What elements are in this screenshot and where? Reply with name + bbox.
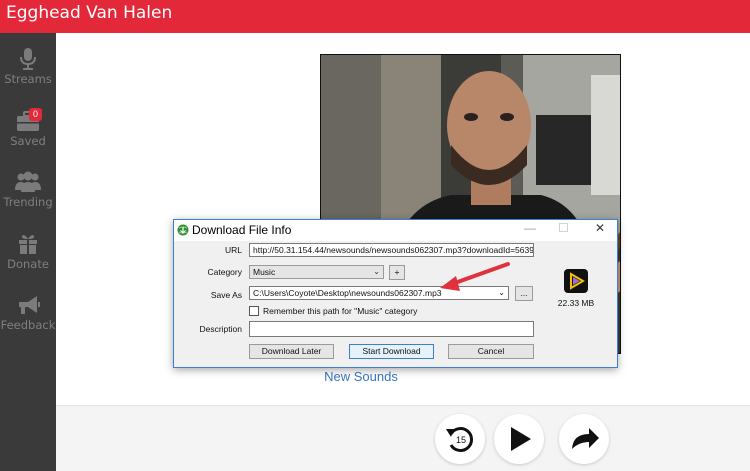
player-bar: 15 (56, 405, 750, 471)
add-category-button[interactable]: + (389, 265, 405, 280)
url-label: URL (224, 245, 242, 255)
share-icon (572, 428, 599, 449)
chevron-down-icon: ⌄ (373, 267, 380, 276)
app-window: Egghead Van Halen Streams 0 Saved Trendi… (0, 0, 750, 471)
share-button[interactable] (559, 414, 609, 464)
media-player-icon (564, 269, 588, 293)
sidebar-item-label: Saved (10, 134, 46, 148)
sidebar-item-label: Feedback (0, 318, 56, 332)
play-button[interactable] (494, 414, 544, 464)
rewind-15-icon: 15 (446, 427, 473, 452)
stream-title: Egghead Van Halen (6, 3, 173, 23)
idm-globe-icon (177, 224, 189, 236)
dialog-titlebar[interactable]: Download File Info — ☐ ✕ (174, 220, 617, 241)
minimize-icon[interactable]: — (524, 221, 536, 235)
remember-path-label: Remember this path for "Music" category (263, 306, 418, 316)
sidebar-item-saved[interactable]: 0 Saved (0, 108, 56, 165)
gift-icon (19, 235, 37, 254)
description-field[interactable] (249, 321, 534, 337)
save-as-value: C:\Users\Coyote\Desktop\newsounds062307.… (253, 288, 442, 298)
category-label: Category (207, 267, 243, 277)
people-icon (15, 171, 41, 192)
category-value: Music (253, 267, 276, 277)
download-file-info-dialog: Download File Info — ☐ ✕ URL http://50.3… (173, 219, 618, 368)
dialog-title: Download File Info (192, 223, 292, 237)
play-icon (511, 427, 531, 451)
category-select[interactable]: Music ⌄ (249, 265, 384, 279)
megaphone-icon (19, 296, 40, 314)
browse-button[interactable]: ... (515, 286, 533, 301)
start-download-button[interactable]: Start Download (349, 344, 434, 359)
sidebar-item-streams[interactable]: Streams (0, 47, 56, 103)
sidebar-item-label: Streams (4, 72, 52, 86)
saved-count-badge: 0 (29, 108, 42, 121)
annotation-arrow (440, 262, 510, 291)
save-as-label: Save As (210, 290, 242, 300)
sidebar: Streams 0 Saved Trending Donate Feedback (0, 33, 56, 471)
header-bar: Egghead Van Halen (0, 0, 750, 33)
close-icon[interactable]: ✕ (595, 221, 605, 235)
description-label: Description (199, 324, 242, 334)
player-divider (56, 405, 750, 406)
file-size-label: 22.33 MB (557, 298, 595, 308)
url-field[interactable]: http://50.31.154.44/newsounds/newsounds0… (249, 243, 534, 257)
download-later-button[interactable]: Download Later (249, 344, 334, 359)
sidebar-item-label: Trending (3, 195, 53, 209)
microphone-icon (20, 48, 36, 70)
rewind-15-button[interactable]: 15 (435, 414, 485, 464)
remember-path-checkbox[interactable] (249, 306, 259, 316)
sidebar-item-feedback[interactable]: Feedback (0, 293, 56, 349)
maximize-icon: ☐ (558, 221, 569, 235)
track-title-link[interactable]: New Sounds (286, 369, 436, 384)
rewind-seconds-label: 15 (456, 435, 466, 445)
sidebar-item-label: Donate (7, 257, 49, 271)
sidebar-item-trending[interactable]: Trending (0, 170, 56, 226)
cancel-button[interactable]: Cancel (448, 344, 534, 359)
sidebar-item-donate[interactable]: Donate (0, 232, 56, 288)
